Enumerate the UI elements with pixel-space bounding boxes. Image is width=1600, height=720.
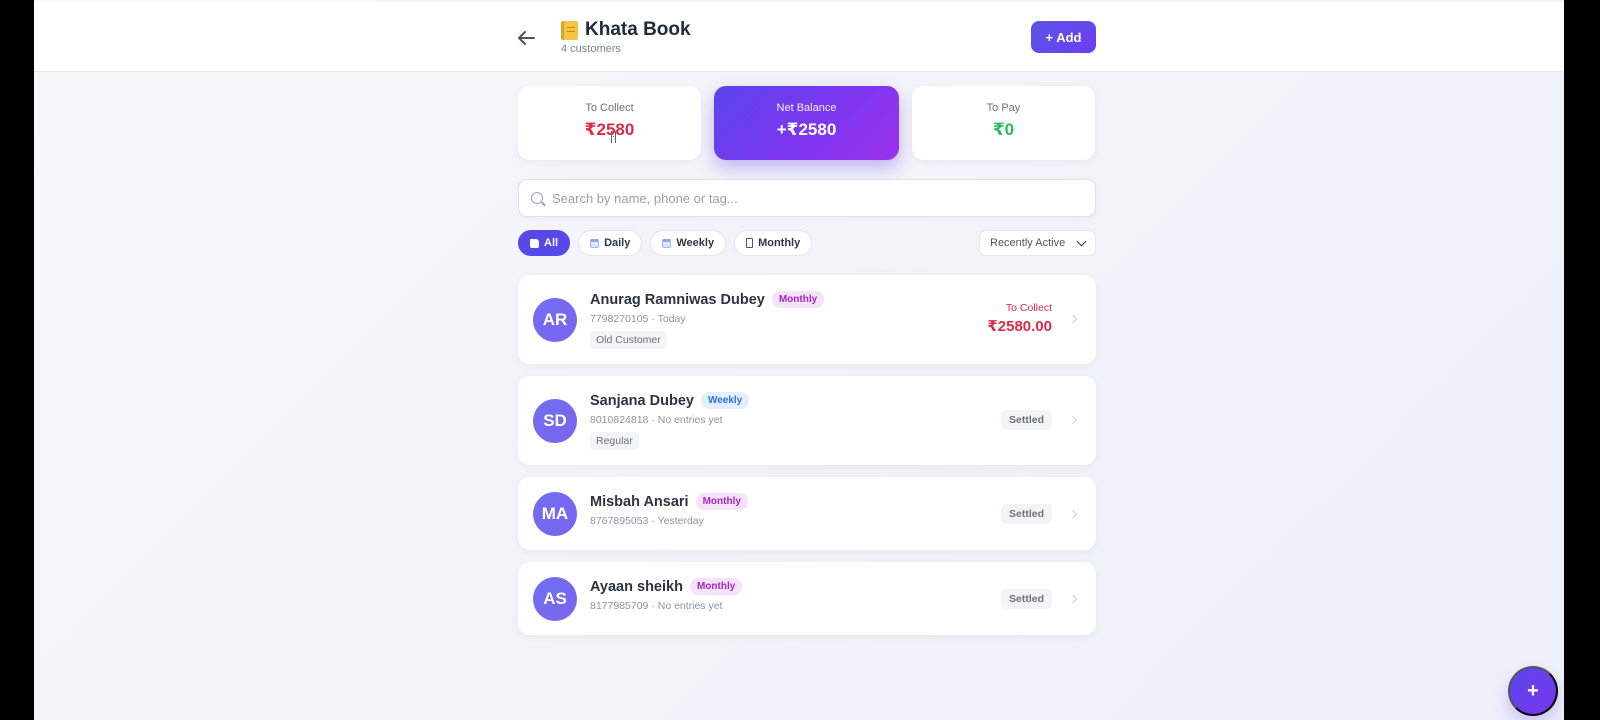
customer-tag: Regular [590,432,639,450]
chevron-right-icon [1068,415,1078,425]
settled-badge: Settled [1000,589,1052,609]
customer-tag: Old Customer [590,331,667,349]
customer-activity: Today [657,313,686,325]
text-cursor [611,131,616,143]
page-header: Khata Book 4 customers [561,19,691,55]
settled-badge: Settled [1000,410,1052,430]
customer-name-row: Ayaan sheikh Monthly [590,578,743,595]
avatar: AS [533,577,577,621]
customer-card-misbah[interactable]: MA Misbah Ansari Monthly 8767895053 · Ye… [518,477,1096,550]
filter-monthly-label: Monthly [758,237,801,249]
document-icon [746,238,754,248]
customer-info: Misbah Ansari Monthly 8767895053 · Yeste… [590,493,748,527]
customer-name: Ayaan sheikh [590,578,683,595]
customer-phone: 8767895053 [590,515,649,527]
avatar: SD [533,399,577,443]
customer-list: AR Anurag Ramniwas Dubey Monthly 7798270… [518,275,1096,635]
avatar: MA [533,492,577,536]
customer-info: Sanjana Dubey Weekly 8010824818 · No ent… [590,392,750,450]
to-collect-value: ₹2580 [584,120,635,139]
filter-all-chip[interactable]: All [518,230,571,256]
filter-daily-label: Daily [604,237,631,249]
customer-count: 4 customers [561,43,621,55]
add-customer-button[interactable]: + Add [1031,21,1096,53]
calendar-icon [662,238,672,248]
notebook-icon [561,20,578,40]
to-pay-card: To Pay ₹0 [912,86,1095,160]
filter-daily-chip[interactable]: Daily [578,230,643,256]
top-bar: Khata Book 4 customers + Add [34,2,1564,72]
search-icon [531,192,543,204]
back-arrow-icon[interactable] [514,26,538,50]
to-collect-label: To Collect [585,102,634,114]
app-screen: Khata Book 4 customers + Add To Collect … [34,0,1564,720]
customer-card-sanjana[interactable]: SD Sanjana Dubey Weekly 8010824818 · No … [518,376,1096,465]
filter-weekly-label: Weekly [676,237,715,249]
page-title-text: Khata Book [585,19,691,40]
page-title: Khata Book [561,19,691,41]
calendar-icon [590,238,600,248]
chevron-down-icon [1076,236,1087,247]
customer-name: Misbah Ansari [590,493,689,510]
filter-monthly-chip[interactable]: Monthly [734,230,813,256]
customer-meta: 7798270105 · Today [590,313,686,325]
frequency-badge: Monthly [689,578,743,595]
customer-phone: 8177985709 [590,600,649,612]
sort-select[interactable]: Recently Active [979,230,1096,256]
settled-badge: Settled [1000,504,1052,524]
balance-summary: To Collect ₹2580 Net Balance +₹2580 To P… [518,86,1096,160]
customer-name: Anurag Ramniwas Dubey [590,291,765,308]
customer-activity: No entries yet [657,600,723,612]
frequency-badge: Monthly [771,291,825,308]
customer-phone: 7798270105 [590,313,649,325]
floating-add-button[interactable]: + [1508,666,1558,716]
customer-card-ayaan[interactable]: AS Ayaan sheikh Monthly 8177985709 · No … [518,562,1096,635]
customer-meta: 8177985709 · No entries yet [590,600,723,612]
filter-weekly-chip[interactable]: Weekly [650,230,727,256]
to-collect-card: To Collect ₹2580 [518,86,701,160]
customer-activity: No entries yet [657,414,723,426]
collect-amount: To Collect ₹2580.00 [987,302,1052,335]
sort-selected-value: Recently Active [990,237,1066,249]
collect-value: ₹2580.00 [987,318,1052,335]
customer-meta: 8767895053 · Yesterday [590,515,704,527]
customer-name-row: Misbah Ansari Monthly [590,493,748,510]
search-input[interactable] [552,180,1082,216]
customer-name-row: Sanjana Dubey Weekly [590,392,750,409]
filter-all-label: All [544,237,559,249]
customer-meta: 8010824818 · No entries yet [590,414,723,426]
chevron-right-icon [1068,314,1078,324]
collect-label: To Collect [1005,302,1052,314]
chevron-right-icon [1068,509,1078,519]
customer-info: Ayaan sheikh Monthly 8177985709 · No ent… [590,578,743,612]
avatar: AR [533,298,577,342]
customer-name: Sanjana Dubey [590,392,694,409]
folder-icon [530,238,539,248]
net-balance-label: Net Balance [776,102,837,114]
frequency-filters: All Daily Weekly Monthly [518,230,813,256]
net-balance-card: Net Balance +₹2580 [714,86,899,160]
customer-activity: Yesterday [657,515,704,527]
net-balance-value: +₹2580 [776,120,837,139]
chevron-right-icon [1068,594,1078,604]
to-pay-value: ₹0 [992,120,1015,139]
frequency-badge: Weekly [700,392,750,409]
customer-info: Anurag Ramniwas Dubey Monthly 7798270105… [590,291,825,349]
search-bar[interactable] [518,179,1096,217]
to-pay-label: To Pay [986,102,1021,114]
frequency-badge: Monthly [695,493,748,510]
customer-phone: 8010824818 [590,414,649,426]
customer-card-anurag[interactable]: AR Anurag Ramniwas Dubey Monthly 7798270… [518,275,1096,364]
customer-name-row: Anurag Ramniwas Dubey Monthly [590,291,825,308]
